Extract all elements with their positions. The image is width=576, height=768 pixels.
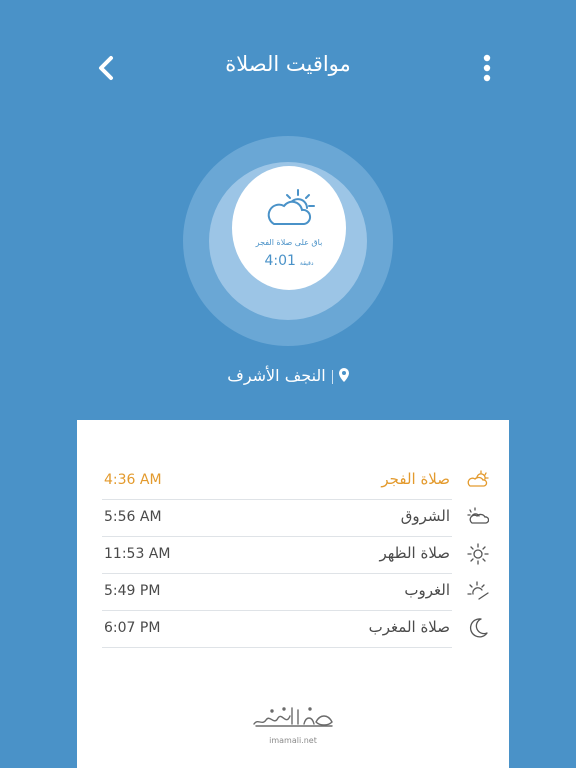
prayer-time: 5:49 PM [104,583,161,599]
prayer-name: الغروب [404,581,450,599]
footer: imamali.net [77,700,509,745]
prayer-time: 5:56 AM [104,509,162,525]
sun-behind-cloud-icon [467,470,489,487]
sunset-icon [467,581,489,600]
sun-behind-cloud-icon [267,189,315,225]
location-pin-icon [338,367,349,386]
moon-icon [470,618,488,638]
countdown-unit: دقيقة [299,260,314,267]
prayer-row-fajr[interactable]: 4:36 AM صلاة الفجر [102,462,452,500]
location-divider [331,369,333,384]
prayer-row-maghrib[interactable]: 6:07 PM صلاة المغرب [102,610,452,648]
prayer-name: الشروق [400,507,450,525]
prayer-name: صلاة المغرب [368,618,450,636]
prayer-name: صلاة الظهر [379,544,450,562]
footer-site: imamali.net [269,736,317,745]
countdown-value: 4:01 دقيقة [232,250,346,269]
prayer-row-dhuhr[interactable]: 11:53 AM صلاة الظهر [102,536,452,574]
cloud-sun-icon [467,507,489,524]
prayer-name: صلاة الفجر [381,470,450,488]
prayer-time: 11:53 AM [104,546,171,562]
imamali-calligraphy-logo [253,707,333,727]
more-menu-button[interactable] [476,52,498,84]
prayer-row-sunset[interactable]: 5:49 PM الغروب [102,573,452,611]
prayer-time: 6:07 PM [104,620,161,636]
countdown-time: 4:01 [264,253,296,269]
more-vertical-icon [483,54,491,82]
location[interactable]: النجف الأشرف [0,366,576,386]
sun-icon [467,543,489,565]
app-header: مواقيت الصلاة [0,0,576,136]
prayer-time: 4:36 AM [104,472,162,488]
prayer-row-sunrise[interactable]: 5:56 AM الشروق [102,499,452,537]
countdown-label: باق على صلاة الفجر [255,238,323,247]
location-name: النجف الأشرف [227,366,326,385]
